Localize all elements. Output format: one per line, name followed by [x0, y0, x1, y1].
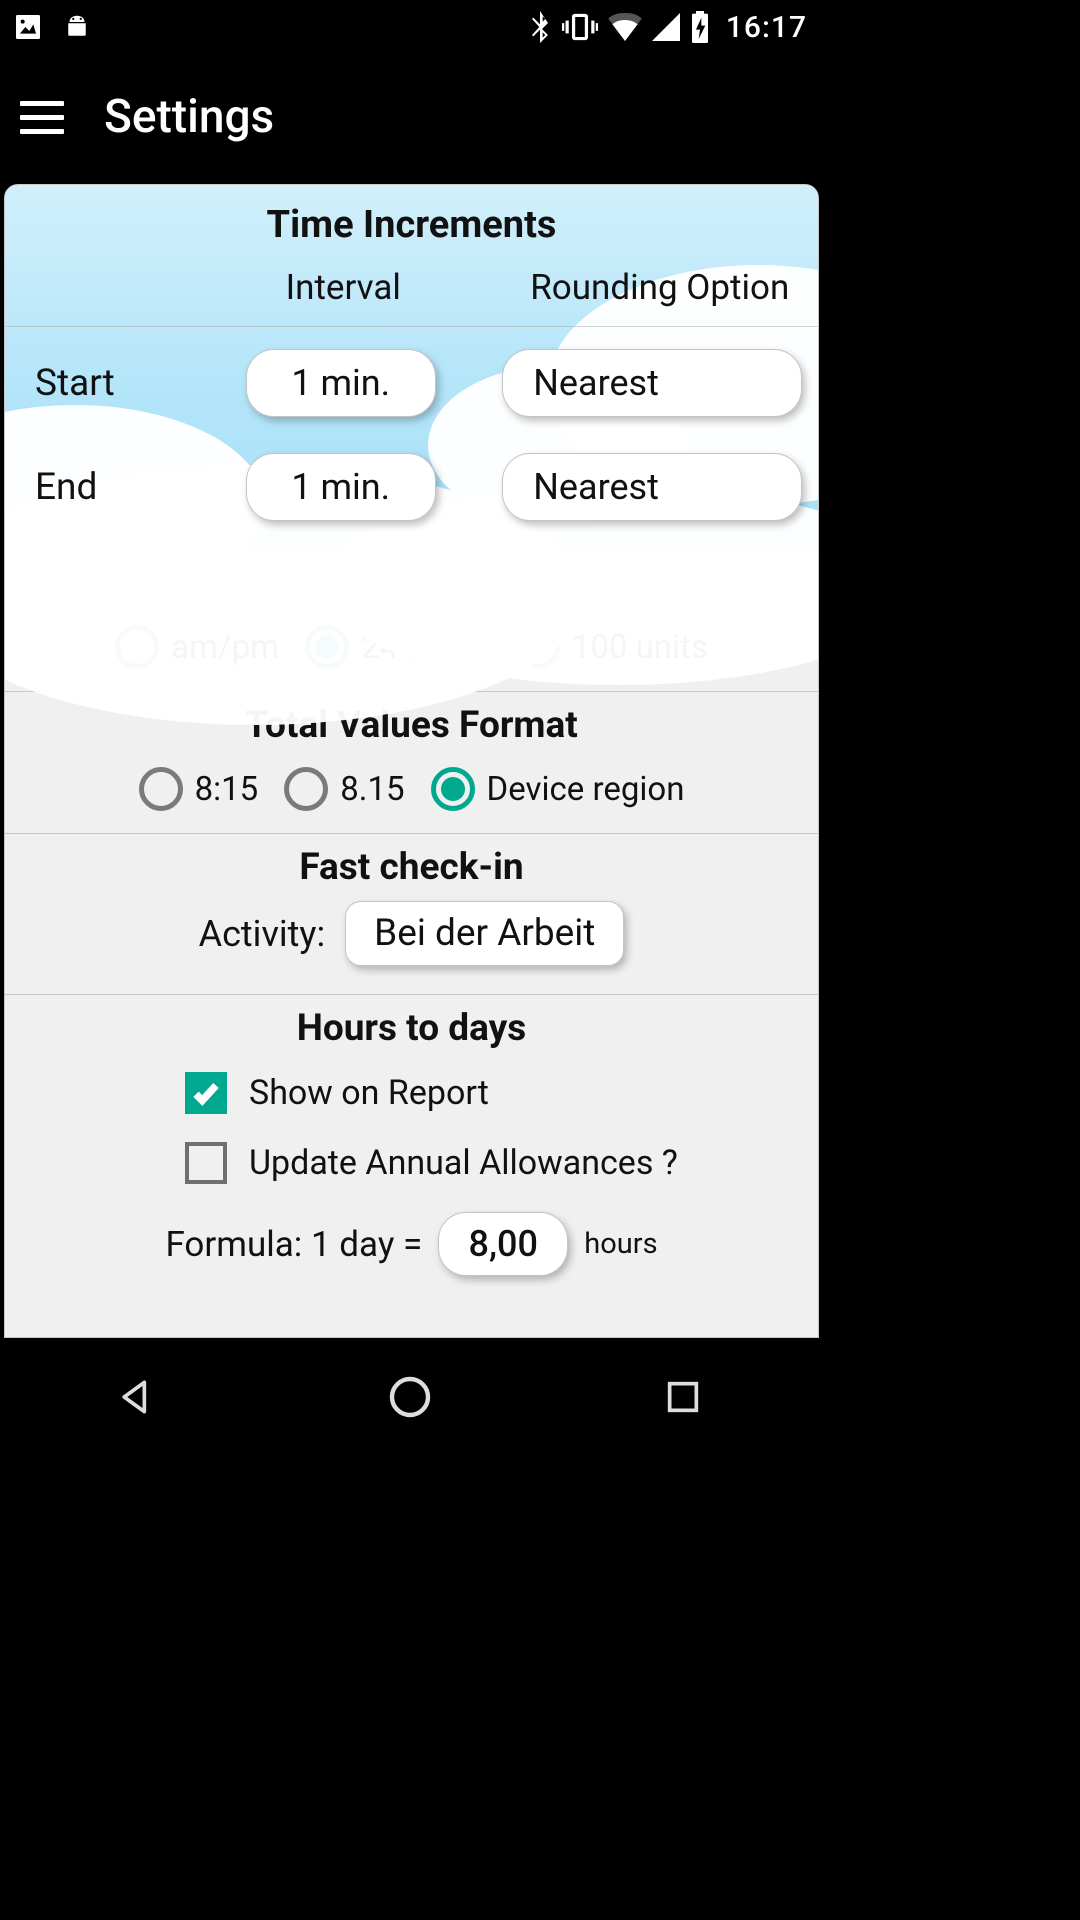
- radio-dot-label: 8.15: [340, 770, 404, 809]
- end-row: End 1 min. Nearest: [5, 445, 818, 549]
- status-bar: 16:17: [0, 0, 819, 54]
- radio-colon-label: 8:15: [195, 770, 259, 809]
- update-allowances-checkbox[interactable]: [185, 1142, 227, 1184]
- formula-input[interactable]: 8,00: [438, 1212, 568, 1276]
- image-icon: [12, 11, 44, 43]
- battery-charging-icon: [690, 11, 710, 43]
- end-interval-selector[interactable]: 1 min.: [246, 453, 436, 521]
- start-row: Start 1 min. Nearest: [5, 327, 818, 445]
- hours-to-days-title: Hours to days: [5, 995, 818, 1062]
- recent-button[interactable]: [653, 1367, 713, 1427]
- wifi-icon: [608, 13, 642, 41]
- menu-icon[interactable]: [20, 101, 64, 134]
- app-bar: Settings: [0, 54, 819, 180]
- activity-label: Activity:: [199, 913, 326, 955]
- rounding-header: Rounding Option: [502, 267, 819, 308]
- time-increments-section: Time Increments Interval Rounding Option…: [5, 185, 818, 549]
- time-increments-title: Time Increments: [5, 185, 818, 259]
- end-label: End: [35, 466, 185, 509]
- update-allowances-label: Update Annual Allowances ?: [249, 1143, 678, 1183]
- back-button[interactable]: [107, 1367, 167, 1427]
- fast-checkin-section: Fast check-in Activity: Bei der Arbeit: [5, 833, 818, 994]
- fast-checkin-title: Fast check-in: [5, 834, 818, 901]
- signal-icon: [652, 13, 680, 41]
- hours-to-days-section: Hours to days Show on Report Update Annu…: [5, 994, 818, 1288]
- radio-device-region[interactable]: Device region: [425, 767, 691, 811]
- start-rounding-selector[interactable]: Nearest: [502, 349, 802, 417]
- page-title: Settings: [104, 90, 274, 144]
- formula-unit: hours: [584, 1227, 657, 1261]
- interval-header: Interval: [185, 267, 502, 308]
- content: Time Increments Interval Rounding Option…: [4, 184, 819, 1338]
- radio-device-region-label: Device region: [487, 770, 685, 809]
- vibrate-icon: [562, 11, 598, 43]
- radio-colon[interactable]: 8:15: [133, 767, 265, 811]
- formula-label: Formula: 1 day =: [165, 1224, 422, 1265]
- start-interval-selector[interactable]: 1 min.: [246, 349, 436, 417]
- home-button[interactable]: [380, 1367, 440, 1427]
- nav-bar: [0, 1338, 819, 1456]
- android-icon: [62, 12, 92, 42]
- activity-selector[interactable]: Bei der Arbeit: [345, 901, 624, 966]
- show-on-report-label: Show on Report: [249, 1073, 489, 1113]
- status-time: 16:17: [726, 10, 807, 45]
- radio-dot[interactable]: 8.15: [278, 767, 410, 811]
- bluetooth-icon: [528, 11, 552, 43]
- end-rounding-selector[interactable]: Nearest: [502, 453, 802, 521]
- start-label: Start: [35, 362, 185, 405]
- show-on-report-checkbox[interactable]: [185, 1072, 227, 1114]
